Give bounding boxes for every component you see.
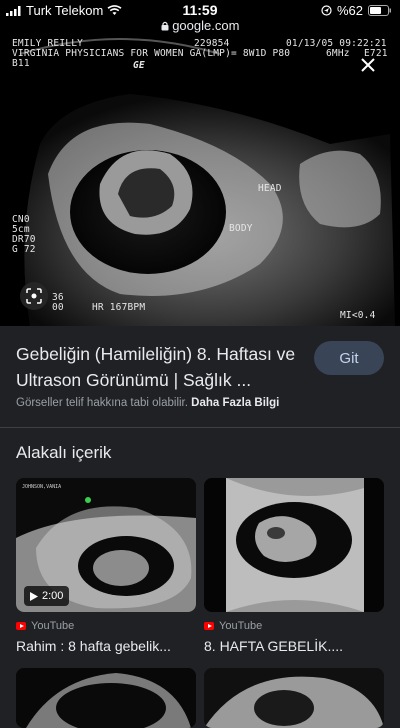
copyright-notice: Görseller telif hakkına tabi olabilir. D…: [16, 397, 279, 409]
ge-logo: GE: [133, 60, 145, 71]
related-card-3[interactable]: [16, 668, 196, 728]
ultrasound-graphic: [0, 34, 400, 326]
mi-value: MI<0.4: [340, 310, 376, 321]
url-text: google.com: [172, 18, 240, 33]
google-lens-button[interactable]: [20, 282, 48, 310]
play-icon: [30, 591, 38, 601]
source-name: YouTube: [219, 620, 263, 632]
related-card-2[interactable]: [204, 478, 384, 612]
location-icon: [321, 5, 332, 16]
related-title-2[interactable]: 8. HAFTA GEBELİK....: [204, 638, 384, 654]
related-thumbnail-3: [16, 668, 196, 728]
youtube-icon: [16, 622, 26, 630]
lock-icon: [161, 21, 169, 31]
source-name: YouTube: [31, 620, 75, 632]
related-source-2: YouTube: [204, 620, 262, 632]
related-card-1[interactable]: JOHNSON,VANIA 2:00: [16, 478, 196, 612]
related-title-1[interactable]: Rahim : 8 hafta gebelik...: [16, 638, 196, 654]
video-duration: 2:00: [24, 586, 70, 606]
facility-line: VIRGINIA PHYSICIANS FOR WOMEN GA(LMP)= 8…: [12, 48, 291, 59]
divider: [0, 427, 400, 428]
param-4: G 72: [12, 244, 36, 255]
visit-button[interactable]: Git: [314, 341, 384, 375]
result-title[interactable]: Gebeliğin (Hamileliğin) 8. Haftası ve Ul…: [16, 341, 306, 393]
close-icon: [361, 58, 375, 72]
svg-text:JOHNSON,VANIA: JOHNSON,VANIA: [22, 484, 61, 490]
youtube-icon: [204, 622, 214, 630]
status-right: %62: [321, 3, 392, 18]
battery-percent: %62: [336, 3, 363, 18]
related-card-4[interactable]: [204, 668, 384, 728]
related-source-1: YouTube: [16, 620, 74, 632]
related-thumbnail-4: [204, 668, 384, 728]
heart-rate: HR 167BPM: [92, 302, 146, 313]
frequency: 6MHz: [326, 48, 350, 59]
bottom-value-2: 00: [52, 302, 64, 313]
copyright-text: Görseller telif hakkına tabi olabilir.: [16, 397, 188, 409]
close-button[interactable]: [352, 49, 384, 81]
ultrasound-image[interactable]: EMILY REILLY 229854 01/13/05 09:22:21 VI…: [0, 34, 400, 326]
url-bar[interactable]: google.com: [0, 18, 400, 34]
related-thumbnail-2: [204, 478, 384, 612]
scan-code: B11: [12, 58, 30, 69]
google-lens-icon: [26, 288, 42, 304]
related-heading: Alakalı içerik: [16, 443, 112, 462]
duration-text: 2:00: [42, 590, 64, 602]
label-body: BODY: [229, 223, 253, 234]
label-head: HEAD: [258, 183, 282, 194]
battery-icon: [368, 5, 391, 16]
more-info-link[interactable]: Daha Fazla Bilgi: [191, 397, 279, 409]
status-bar: Turk Telekom 11:59 %62: [0, 0, 400, 20]
